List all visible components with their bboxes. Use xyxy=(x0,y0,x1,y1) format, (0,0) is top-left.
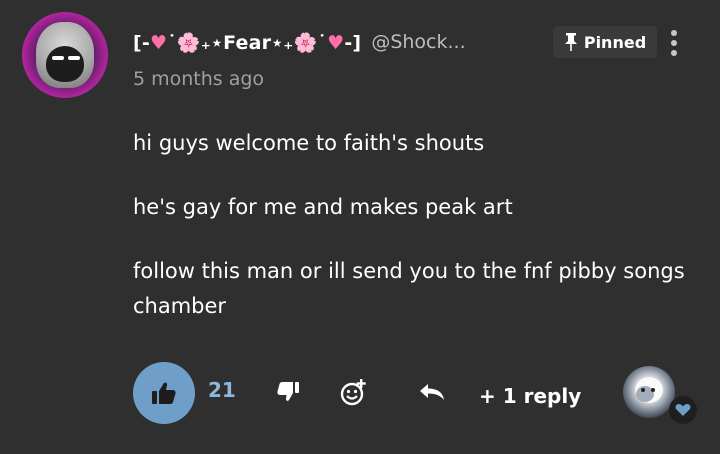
more-options-icon[interactable] xyxy=(663,28,685,58)
reply-arrow-icon xyxy=(420,384,444,400)
avatar-image xyxy=(635,377,663,403)
author-handle[interactable]: @Shock... xyxy=(371,31,465,53)
action-bar: 21 + 1 reply xyxy=(133,362,703,424)
display-name-prefix: [- xyxy=(133,31,150,54)
display-name-core: ⋆Fear⋆ xyxy=(211,31,284,54)
display-name-suffix: -] xyxy=(344,31,362,54)
replier-avatar[interactable] xyxy=(623,366,675,418)
heart-icon xyxy=(675,404,691,416)
author-avatar[interactable] xyxy=(22,12,108,98)
avatar-face xyxy=(46,46,84,82)
like-count: 21 xyxy=(208,378,236,402)
pin-icon xyxy=(564,33,577,51)
emoji-add-icon xyxy=(340,379,366,406)
shout-body: hi guys welcome to faith's shouts he's g… xyxy=(133,126,693,353)
heart-icon: ♥ xyxy=(149,31,168,54)
like-button[interactable] xyxy=(133,362,195,424)
reply-button[interactable] xyxy=(416,376,448,408)
pinned-badge: Pinned xyxy=(553,26,657,58)
add-reaction-button[interactable] xyxy=(338,376,370,408)
shout-paragraph: he's gay for me and makes peak art xyxy=(133,195,513,219)
shout-header: [-♥˙🌸₊⋆Fear⋆₊🌸˙♥-] @Shock... xyxy=(133,26,466,58)
shout-paragraph: hi guys welcome to faith's shouts xyxy=(133,131,485,155)
avatar-eye-left xyxy=(52,56,64,60)
timestamp: 5 months ago xyxy=(133,68,265,90)
display-name-deco-left: ˙🌸₊ xyxy=(167,31,212,54)
dislike-button[interactable] xyxy=(272,376,304,408)
pinned-label: Pinned xyxy=(583,32,647,52)
author-display-name[interactable]: [-♥˙🌸₊⋆Fear⋆₊🌸˙♥-] xyxy=(133,31,361,54)
thumbs-up-icon xyxy=(152,382,176,404)
creator-heart-badge xyxy=(669,396,697,424)
display-name-deco-right: ₊🌸˙ xyxy=(283,31,328,54)
thumbs-down-icon xyxy=(277,382,299,401)
heart-icon: ♥ xyxy=(327,31,345,54)
shout-card: [-♥˙🌸₊⋆Fear⋆₊🌸˙♥-] @Shock... Pinned 5 mo… xyxy=(0,0,720,454)
avatar-eye-right xyxy=(68,56,80,60)
shout-paragraph: follow this man or ill send you to the f… xyxy=(133,259,685,318)
view-replies-link[interactable]: + 1 reply xyxy=(479,384,581,408)
